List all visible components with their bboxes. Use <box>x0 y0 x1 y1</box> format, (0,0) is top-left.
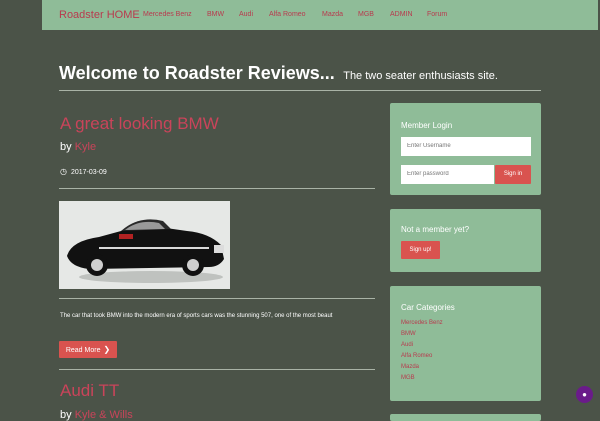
nav-item-audi[interactable]: Audi <box>239 11 253 18</box>
nav-item-mazda[interactable]: Mazda <box>322 11 343 18</box>
category-link-mazda[interactable]: Mazda <box>401 364 419 370</box>
clock-icon: ◷ <box>60 167 67 176</box>
bmw-car-image <box>59 201 230 289</box>
byline-label: by <box>60 141 72 153</box>
post-date-text: 2017-03-09 <box>70 169 107 176</box>
nav-item-mercedes-benz[interactable]: Mercedes Benz <box>143 11 192 18</box>
signup-panel-title: Not a member yet? <box>401 225 470 234</box>
car-illustration <box>59 201 230 289</box>
category-link-bmw[interactable]: BMW <box>401 331 416 337</box>
welcome-tagline: The two seater enthusiasts site. <box>343 70 498 82</box>
chevron-right-icon: ❯ <box>103 345 111 354</box>
read-more-button[interactable]: Read More ❯ <box>59 341 117 358</box>
post-byline: by Kyle <box>60 141 96 153</box>
nav-item-forum[interactable]: Forum <box>427 11 447 18</box>
read-more-label: Read More <box>65 347 101 354</box>
post-divider <box>59 369 375 370</box>
welcome-title: Welcome to Roadster Reviews... <box>59 63 335 83</box>
nav-item-alfa-romeo[interactable]: Alfa Romeo <box>269 11 306 18</box>
post-divider <box>59 298 375 299</box>
top-navbar: Roadster HOME Mercedes Benz BMW Audi Alf… <box>42 0 598 30</box>
nav-item-bmw[interactable]: BMW <box>207 11 224 18</box>
category-link-mgb[interactable]: MGB <box>401 375 415 381</box>
sidebar-panel-next <box>390 414 541 421</box>
login-panel: Member Login Sign in <box>390 103 541 195</box>
username-input[interactable] <box>401 137 531 156</box>
header-divider <box>59 90 541 91</box>
nav-item-mgb[interactable]: MGB <box>358 11 374 18</box>
sign-up-button[interactable]: Sign up! <box>401 241 440 259</box>
byline-label: by <box>60 409 72 421</box>
category-link-mercedes-benz[interactable]: Mercedes Benz <box>401 320 443 326</box>
post-author-link[interactable]: Kyle <box>75 141 96 153</box>
password-input[interactable] <box>401 165 494 184</box>
categories-panel-title: Car Categories <box>401 303 455 312</box>
signup-panel: Not a member yet? Sign up! <box>390 209 541 272</box>
nav-brand-home[interactable]: Roadster HOME <box>59 9 140 21</box>
categories-panel: Car Categories Mercedes Benz BMW Audi Al… <box>390 286 541 401</box>
post-byline: by Kyle & Wills <box>60 409 133 421</box>
post-author-link[interactable]: Kyle & Wills <box>75 409 133 421</box>
post-date: ◷ 2017-03-09 <box>60 167 107 176</box>
welcome-heading: Welcome to Roadster Reviews... The two s… <box>59 63 498 84</box>
login-panel-title: Member Login <box>401 121 453 130</box>
post-divider <box>59 188 375 189</box>
nav-item-admin[interactable]: ADMIN <box>390 11 413 18</box>
post-title[interactable]: A great looking BMW <box>60 114 219 134</box>
post-excerpt: The car that took BMW into the modern er… <box>60 313 333 319</box>
sign-in-button[interactable]: Sign in <box>495 165 531 184</box>
chat-icon[interactable]: ● <box>576 386 593 403</box>
post-title[interactable]: Audi TT <box>60 381 119 401</box>
category-link-alfa-romeo[interactable]: Alfa Romeo <box>401 353 432 359</box>
category-link-audi[interactable]: Audi <box>401 342 413 348</box>
